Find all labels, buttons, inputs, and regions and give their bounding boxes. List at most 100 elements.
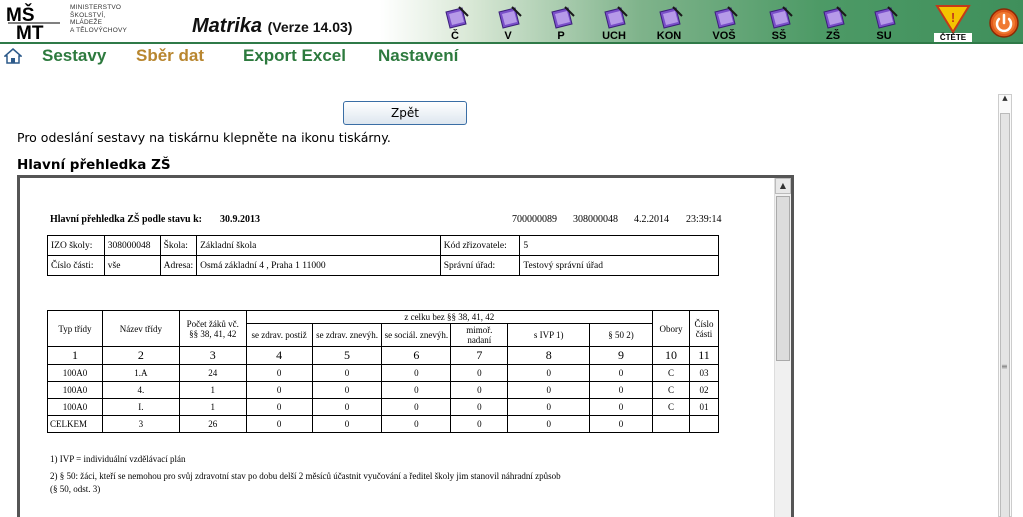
school-info-table: IZO školy: 308000048 Škola: Základní ško… xyxy=(47,235,719,276)
table-row: CELKEM 3 26 0 0 0 0 0 0 xyxy=(47,415,720,433)
toolbar-label: SU xyxy=(876,30,892,42)
toolbar-label: UCH xyxy=(602,30,626,42)
book-pen-icon xyxy=(823,6,847,29)
page-scroll-up-icon[interactable]: ▲ xyxy=(998,94,1012,106)
table-cell: 0 xyxy=(245,398,313,416)
toolbar-label: V xyxy=(504,30,512,42)
table-cell: 0 xyxy=(589,398,653,416)
table-cell: 0 xyxy=(507,381,591,399)
header-z-celku: z celku bez §§ 38, 41, 42 xyxy=(245,310,653,324)
report-frame: Hlavní přehledka ZŠ podle stavu k: 30.9.… xyxy=(17,175,794,517)
read-warning-button[interactable]: ! ČTĚTE xyxy=(934,4,972,42)
app-header: MŠ MT MINISTERSTVO ŠKOLSTVÍ, MLÁDEŽE A T… xyxy=(0,0,1023,44)
header-p50: § 50 2) xyxy=(589,323,653,347)
report-heading: Hlavní přehledka ZŠ podle stavu k: xyxy=(50,214,202,225)
column-number: 5 xyxy=(311,346,383,365)
header-cislo: Číslo části xyxy=(688,310,720,347)
table-cell: 0 xyxy=(381,364,452,382)
section-title: Hlavní přehledka ZŠ xyxy=(17,157,171,173)
report-scrollbar[interactable]: ▲ xyxy=(774,178,791,517)
menu-sber-dat[interactable]: Sběr dat xyxy=(136,46,204,66)
part-value: vše xyxy=(103,255,161,276)
table-cell: 01 xyxy=(688,398,720,416)
class-statistics-table: Typ třídy Název třídy Počet žáků vč. §§ … xyxy=(47,310,720,433)
table-cell: 0 xyxy=(311,398,383,416)
table-cell: 0 xyxy=(589,381,653,399)
table-cell: 03 xyxy=(688,364,720,382)
toolbar-button-8[interactable]: ZŠ xyxy=(815,6,851,42)
column-number: 8 xyxy=(507,346,591,365)
scroll-up-arrow-icon[interactable]: ▲ xyxy=(775,178,791,194)
table-cell: 0 xyxy=(507,398,591,416)
table-cell: 0 xyxy=(311,415,383,433)
school-value: Základní škola xyxy=(196,235,441,256)
table-cell: 1.A xyxy=(101,364,180,382)
toolbar-label: ZŠ xyxy=(825,30,841,42)
header-ivp: s IVP 1) xyxy=(507,323,591,347)
toolbar-button-1[interactable]: Č xyxy=(437,6,473,42)
home-icon[interactable] xyxy=(4,48,22,64)
table-cell: 3 xyxy=(101,415,180,433)
back-button[interactable]: Zpět xyxy=(343,101,467,125)
column-number: 7 xyxy=(450,346,509,365)
table-cell: 0 xyxy=(381,415,452,433)
toolbar-button-6[interactable]: VOŠ xyxy=(706,6,742,42)
header-znevyh: se zdrav. znevýh. xyxy=(311,323,383,347)
report-code2: 308000048 xyxy=(573,214,618,225)
table-cell: 0 xyxy=(381,398,452,416)
address-label: Adresa: xyxy=(159,255,198,276)
toolbar-button-4[interactable]: UCH xyxy=(596,6,632,42)
column-numbers-row: 1 2 3 4 5 6 7 8 9 10 11 xyxy=(47,346,720,365)
report-print-date: 4.2.2014 xyxy=(634,214,669,225)
toolbar-button-9[interactable]: SU xyxy=(866,6,902,42)
app-title: Matrika (Verze 14.03) xyxy=(192,15,353,37)
scroll-grip-icon: ≡ xyxy=(1001,362,1008,371)
report-scroll-thumb[interactable] xyxy=(776,196,790,361)
table-cell: 24 xyxy=(178,364,247,382)
izo-value: 308000048 xyxy=(103,235,161,256)
table-cell: 1 xyxy=(178,381,247,399)
table-cell: 0 xyxy=(245,364,313,382)
ministry-name: MINISTERSTVO ŠKOLSTVÍ, MLÁDEŽE A TĚLOVÝC… xyxy=(70,4,128,34)
table-cell: 02 xyxy=(688,381,720,399)
table-cell: 0 xyxy=(589,415,653,433)
book-pen-icon xyxy=(714,6,738,29)
table-row: 100A0 I. 1 0 0 0 0 0 0 C 01 xyxy=(47,398,720,416)
founder-label: Kód zřizovatele: xyxy=(439,235,521,256)
toolbar-button-5[interactable]: KON xyxy=(651,6,687,42)
table-cell: C xyxy=(651,364,690,382)
app-version: (Verze 14.03) xyxy=(267,19,353,35)
menu-nastaveni[interactable]: Nastavení xyxy=(378,46,458,66)
note-par50-ref: (§ 50, odst. 3) xyxy=(50,484,101,494)
column-number: 3 xyxy=(178,346,247,365)
table-cell: 0 xyxy=(381,381,452,399)
menu-sestavy[interactable]: Sestavy xyxy=(42,46,106,66)
office-label: Správní úřad: xyxy=(439,255,521,276)
header-social: se sociál. znevýh. xyxy=(381,323,452,347)
toolbar-button-7[interactable]: SŠ xyxy=(761,6,797,42)
toolbar-label: VOŠ xyxy=(712,30,736,42)
menu-export-excel[interactable]: Export Excel xyxy=(243,46,346,66)
table-cell: 4. xyxy=(101,381,180,399)
report-notes: 1) IVP = individuální vzdělávací plán 2)… xyxy=(50,453,561,500)
table-cell: 0 xyxy=(450,415,509,433)
office-value: Testový správní úřad xyxy=(519,255,719,276)
table-cell: 0 xyxy=(245,381,313,399)
table-cell: C xyxy=(651,398,690,416)
header-nazev: Název třídy xyxy=(101,310,180,347)
toolbar-label: Č xyxy=(451,30,459,42)
table-cell: 100A0 xyxy=(47,398,103,416)
table-row: 100A0 1.A 24 0 0 0 0 0 0 C 03 xyxy=(47,364,720,382)
table-cell: 0 xyxy=(450,364,509,382)
column-number: 1 xyxy=(47,346,103,365)
book-pen-icon xyxy=(498,6,522,29)
page-scroll-thumb[interactable] xyxy=(1000,113,1010,517)
column-number: 10 xyxy=(651,346,690,365)
logout-power-icon[interactable] xyxy=(988,7,1020,39)
header-nadani: mimoř. nadaní xyxy=(450,323,509,347)
table-cell: CELKEM xyxy=(47,415,103,433)
izo-label: IZO školy: xyxy=(47,235,105,256)
toolbar-button-3[interactable]: P xyxy=(543,6,579,42)
page-scrollbar[interactable]: ▲ ≡ xyxy=(998,94,1012,517)
toolbar-button-2[interactable]: V xyxy=(490,6,526,42)
